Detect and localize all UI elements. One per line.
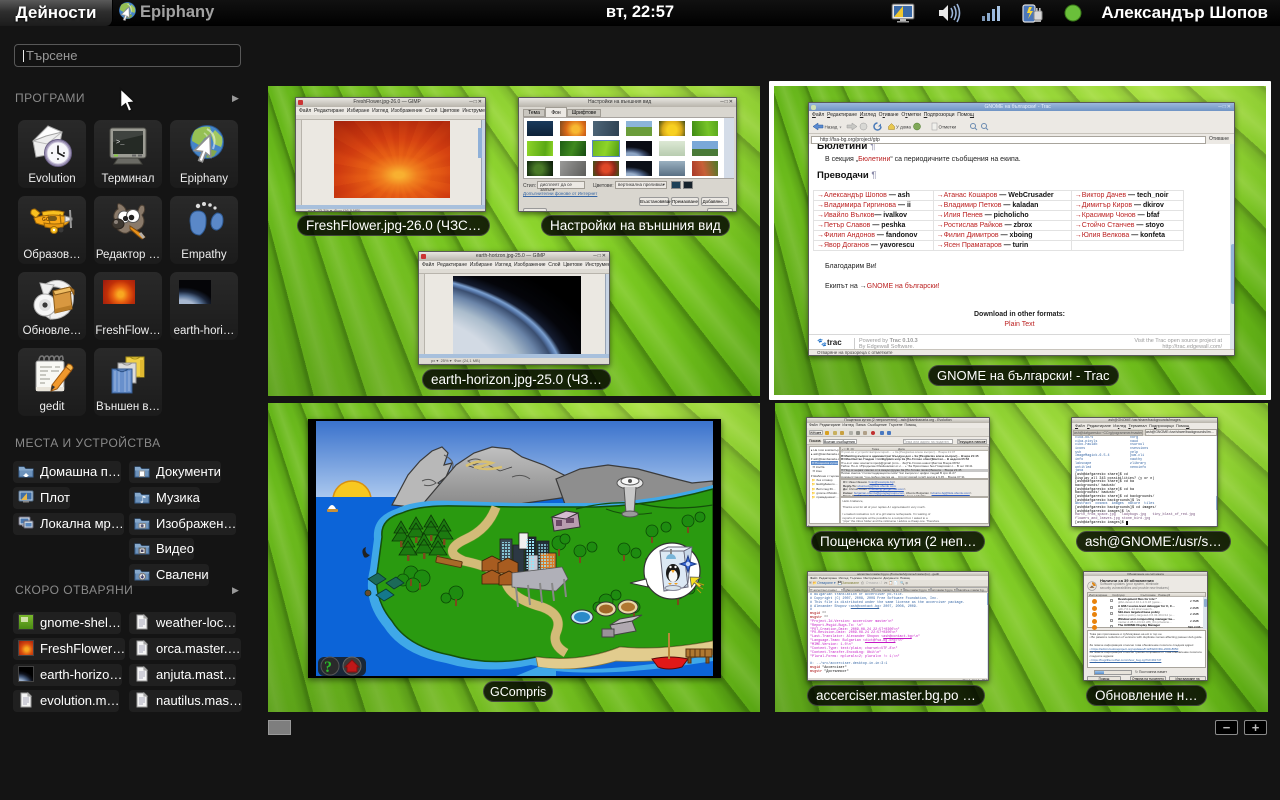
svg-text:?: ? <box>324 659 332 676</box>
svg-text:▾: ▾ <box>840 125 842 130</box>
svg-text:У дома: У дома <box>896 125 911 130</box>
svg-text:Отметки: Отметки <box>939 125 957 130</box>
svg-text:Назад: Назад <box>825 125 838 130</box>
svg-text:>_: >_ <box>116 139 125 147</box>
svg-text:GC: GC <box>42 217 50 223</box>
